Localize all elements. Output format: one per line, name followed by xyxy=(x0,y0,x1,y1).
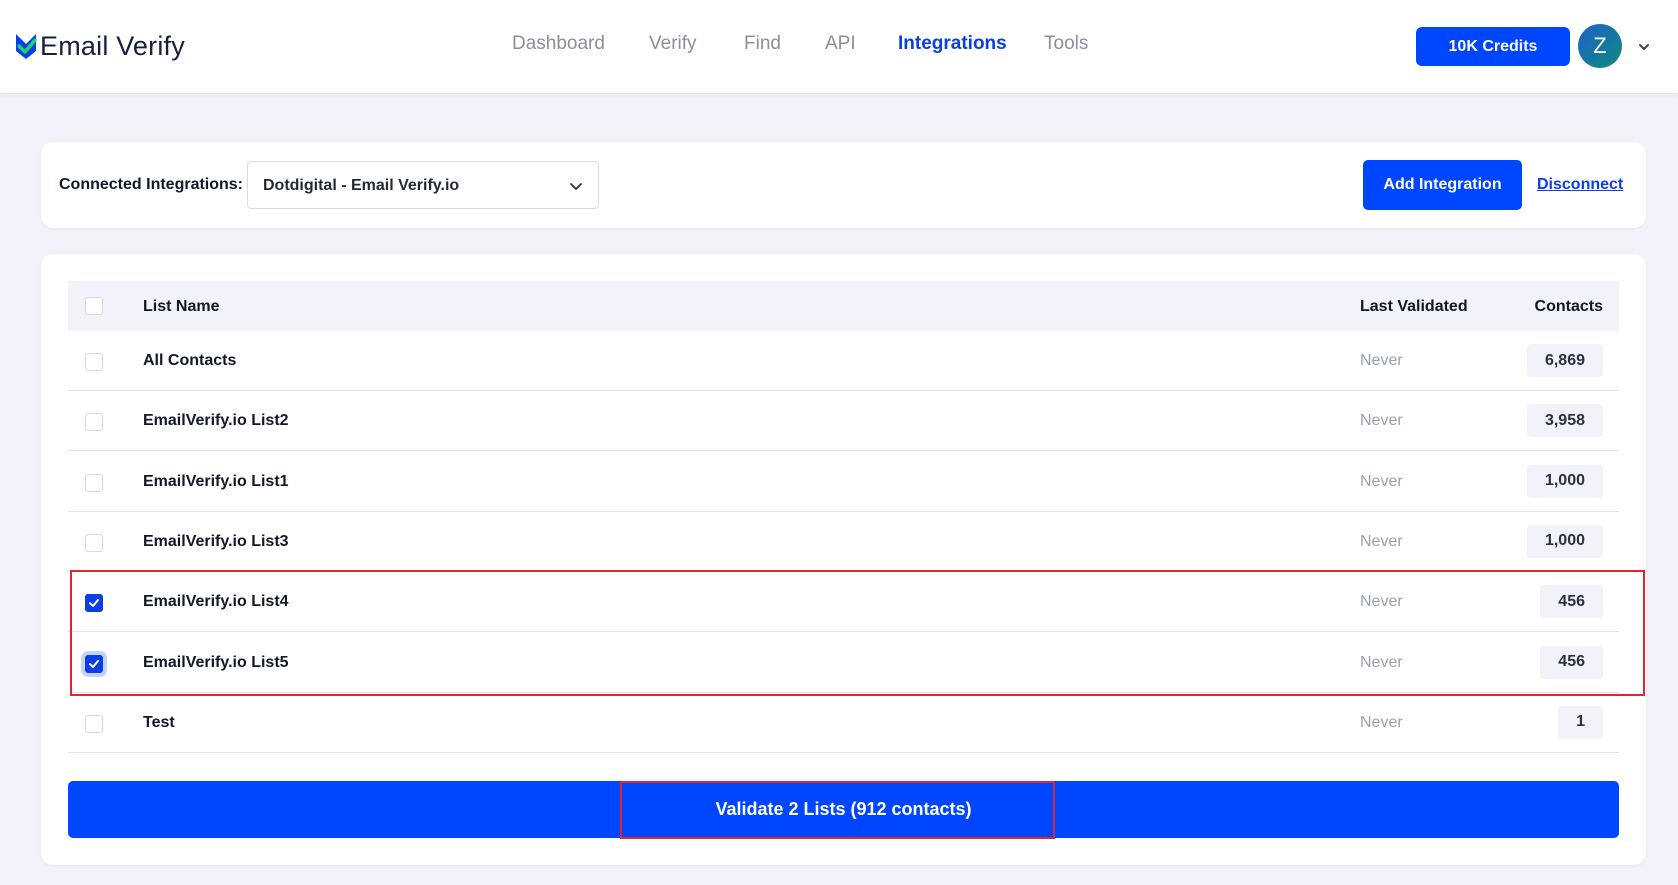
column-header-list-name: List Name xyxy=(143,298,220,315)
table-row[interactable]: Test Never 1 xyxy=(68,693,1619,753)
check-icon xyxy=(89,599,99,608)
column-header-contacts: Contacts xyxy=(1534,298,1603,315)
integration-selector-card: Connected Integrations: Dotdigital - Ema… xyxy=(41,142,1646,228)
column-header-last-validated: Last Validated xyxy=(1360,298,1468,315)
row-checkbox[interactable] xyxy=(85,473,103,492)
add-integration-button[interactable]: Add Integration xyxy=(1363,160,1522,210)
row-checkbox[interactable] xyxy=(85,413,103,432)
validate-lists-button[interactable]: Validate 2 Lists (912 contacts) xyxy=(68,781,1619,838)
select-all-checkbox[interactable] xyxy=(85,297,103,315)
connected-integrations-label: Connected Integrations: xyxy=(59,176,244,193)
chevron-down-icon xyxy=(570,183,582,190)
nav-dashboard[interactable]: Dashboard xyxy=(512,33,605,55)
last-validated: Never xyxy=(1360,593,1403,611)
contacts-count: 456 xyxy=(1540,645,1603,679)
contacts-count: 1,000 xyxy=(1526,464,1603,498)
last-validated: Never xyxy=(1360,412,1403,430)
list-name: EmailVerify.io List2 xyxy=(143,412,289,430)
integration-select-value: Dotdigital - Email Verify.io xyxy=(263,177,460,194)
avatar[interactable]: Z xyxy=(1578,24,1622,68)
list-name: EmailVerify.io List1 xyxy=(143,472,289,490)
contacts-count: 456 xyxy=(1540,585,1603,619)
table-row[interactable]: EmailVerify.io List2 Never 3,958 xyxy=(68,391,1619,452)
last-validated: Never xyxy=(1360,472,1403,490)
row-checkbox[interactable] xyxy=(85,654,103,673)
nav-verify[interactable]: Verify xyxy=(649,33,697,55)
table-row[interactable]: EmailVerify.io List5 Never 456 xyxy=(68,633,1619,693)
table-header: List Name Last Validated Contacts xyxy=(68,281,1619,331)
disconnect-link[interactable]: Disconnect xyxy=(1537,176,1623,194)
row-checkbox[interactable] xyxy=(85,714,103,733)
list-name: All Contacts xyxy=(143,352,237,369)
credits-button[interactable]: 10K Credits xyxy=(1416,27,1570,66)
chevron-down-icon[interactable] xyxy=(1637,40,1651,54)
nav-api[interactable]: API xyxy=(825,33,856,55)
nav-integrations[interactable]: Integrations xyxy=(898,33,1007,55)
last-validated: Never xyxy=(1360,653,1403,671)
check-icon xyxy=(89,659,99,668)
row-checkbox[interactable] xyxy=(85,594,103,613)
contacts-count: 3,958 xyxy=(1526,404,1603,438)
nav-tools[interactable]: Tools xyxy=(1044,33,1088,55)
list-name: EmailVerify.io List5 xyxy=(143,653,289,671)
integration-select[interactable]: Dotdigital - Email Verify.io xyxy=(247,161,599,209)
contacts-count: 1,000 xyxy=(1526,524,1603,558)
row-checkbox[interactable] xyxy=(85,353,103,371)
list-name: EmailVerify.io List3 xyxy=(143,532,289,550)
list-name: Test xyxy=(143,713,175,731)
last-validated: Never xyxy=(1360,713,1403,731)
row-checkbox[interactable] xyxy=(85,533,103,552)
nav-find[interactable]: Find xyxy=(744,33,781,55)
table-row[interactable]: All Contacts Never 6,869 xyxy=(68,331,1619,391)
table-row[interactable]: EmailVerify.io List4 Never 456 xyxy=(68,572,1619,633)
last-validated: Never xyxy=(1360,532,1403,550)
table-row[interactable]: EmailVerify.io List3 Never 1,000 xyxy=(68,512,1619,572)
last-validated: Never xyxy=(1360,352,1403,369)
lists-card: List Name Last Validated Contacts All Co… xyxy=(41,254,1646,865)
contacts-count: 6,869 xyxy=(1526,344,1603,377)
table-row[interactable]: EmailVerify.io List1 Never 1,000 xyxy=(68,452,1619,512)
top-navbar: Email Verify Dashboard Verify Find API I… xyxy=(0,0,1678,94)
contacts-count: 1 xyxy=(1558,705,1603,739)
list-name: EmailVerify.io List4 xyxy=(143,593,289,611)
